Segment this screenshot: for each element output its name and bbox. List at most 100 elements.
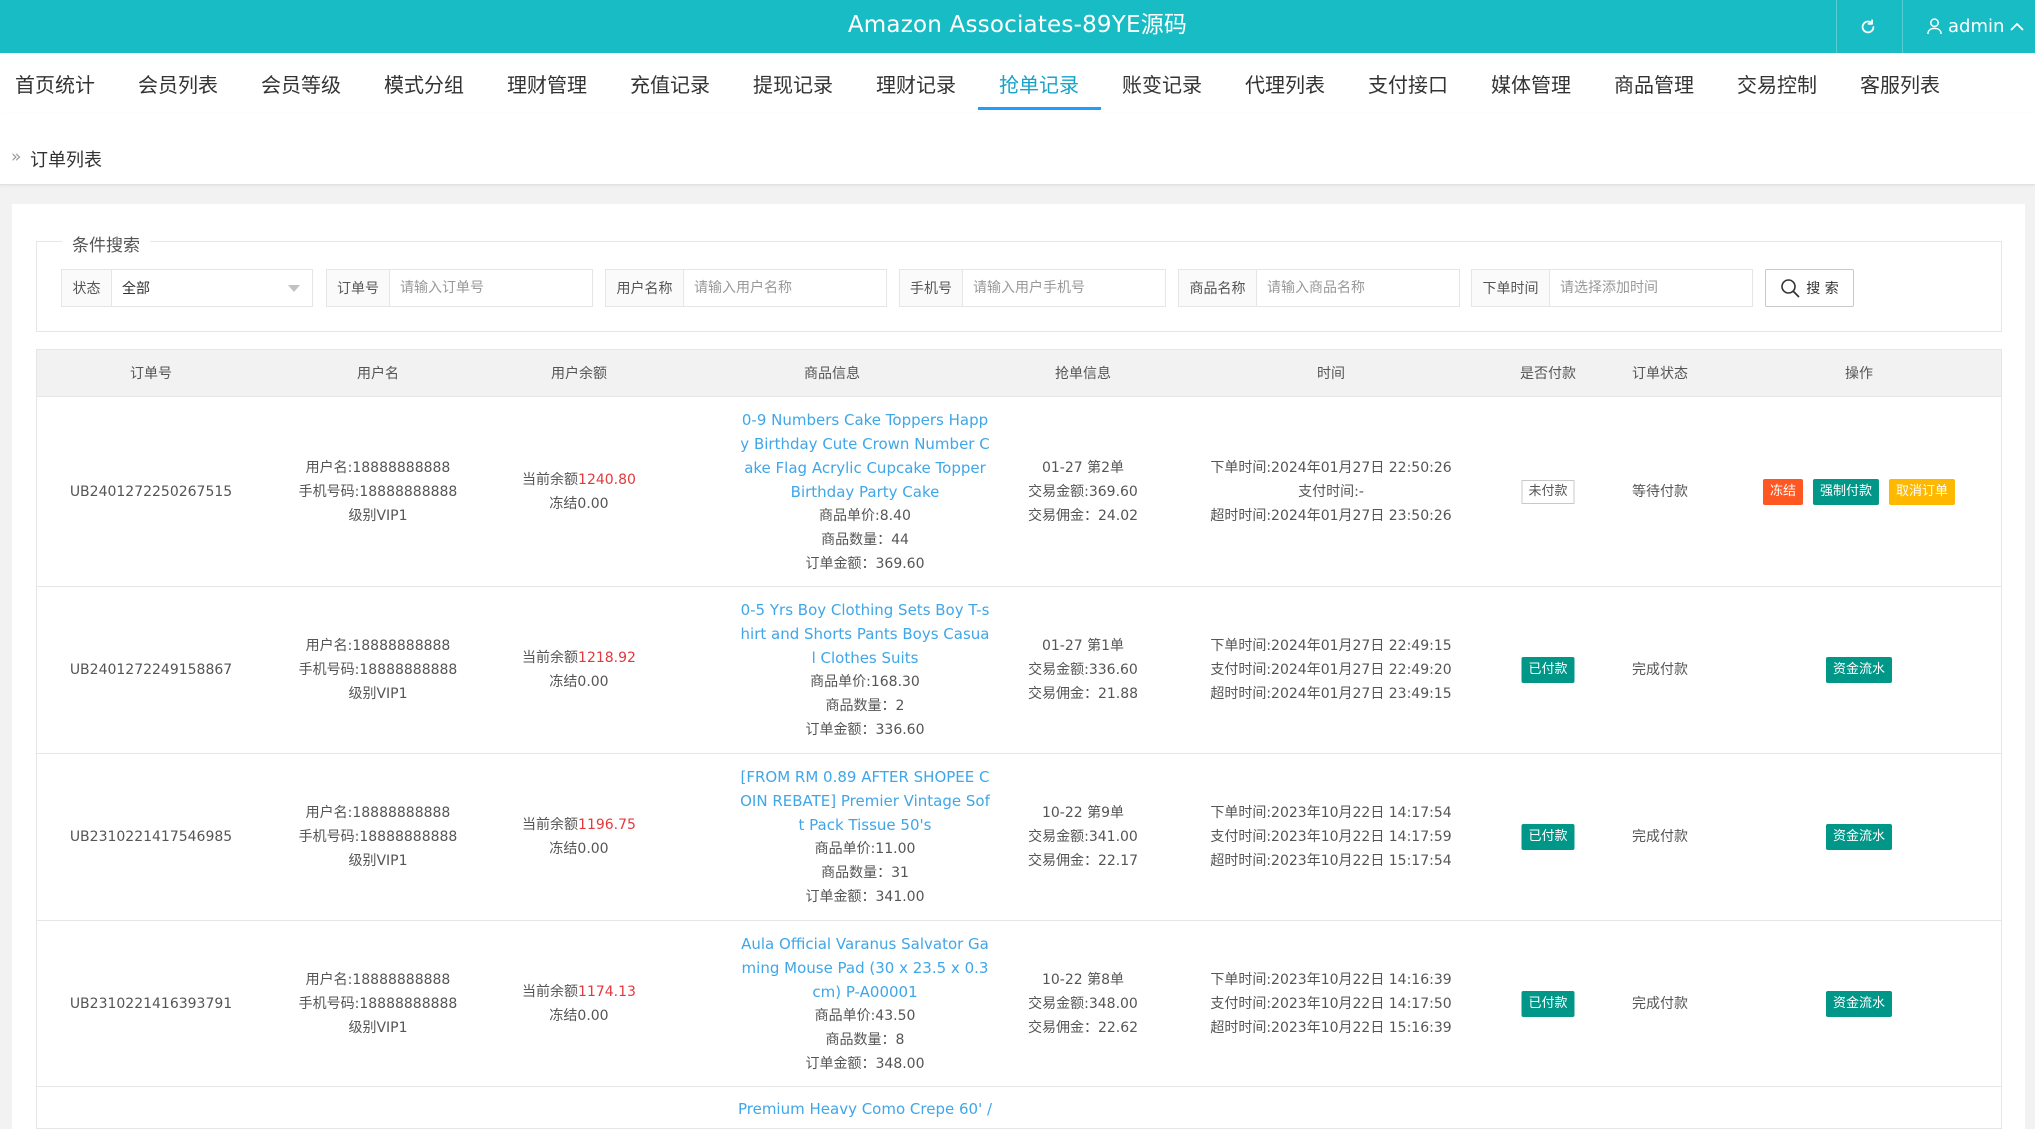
status-cell: 完成付款 bbox=[1632, 587, 1688, 753]
goods-name-link[interactable]: Aula Official Varanus Salvator Gaming Mo… bbox=[739, 932, 991, 1004]
user-cell: 用户名:18888888888 手机号码:18888888888 级别VIP1 bbox=[299, 587, 458, 753]
nav-item-account-changes[interactable]: 账变记录 bbox=[1107, 53, 1217, 113]
nav-item-home-stats[interactable]: 首页统计 bbox=[0, 53, 110, 113]
order-time: 下单时间:2023年10月22日 14:16:39 bbox=[1210, 971, 1452, 988]
nav-item-finance-records[interactable]: 理财记录 bbox=[861, 53, 971, 113]
timeout-time: 超时时间:2024年01月27日 23:50:26 bbox=[1210, 507, 1452, 524]
nav-item-trade-control[interactable]: 交易控制 bbox=[1722, 53, 1832, 113]
search-button-label: 搜 索 bbox=[1806, 281, 1839, 297]
order-amount: 订单金额：336.60 bbox=[805, 722, 925, 738]
user-menu[interactable]: admin bbox=[1905, 0, 2035, 53]
balance-cell: 当前余额1218.92 冻结0.00 bbox=[522, 587, 636, 753]
table-row: UB2401272250267515 用户名:18888888888 手机号码:… bbox=[36, 397, 2002, 587]
grab-cell: 01-27 第1单 交易金额:336.60 交易佣金：21.88 bbox=[1028, 587, 1138, 753]
unit-price: 商品单价:11.00 bbox=[814, 841, 916, 857]
status-select[interactable]: 状态 全部 bbox=[61, 269, 313, 307]
search-button[interactable]: 搜 索 bbox=[1765, 269, 1854, 307]
paid-cell: 已付款 bbox=[1521, 921, 1575, 1086]
balance-value: 1174.13 bbox=[578, 983, 636, 1000]
balance-cell: 当前余额1240.80 冻结0.00 bbox=[522, 397, 636, 586]
action-buttons: 冻结 强制付款 取消订单 bbox=[1762, 478, 1956, 505]
status-select-value[interactable]: 全部 bbox=[112, 270, 312, 306]
quantity: 商品数量：31 bbox=[821, 865, 909, 881]
phone-input[interactable] bbox=[963, 270, 1165, 306]
paid-cell: 未付款 bbox=[1521, 397, 1575, 586]
table-row: UB2401272249158867 用户名:18888888888 手机号码:… bbox=[36, 587, 2002, 754]
top-header-bar: Amazon Associates-89YE源码 admin bbox=[0, 0, 2035, 53]
status-cell: 完成付款 bbox=[1632, 921, 1688, 1086]
nav-item-mode-group[interactable]: 模式分组 bbox=[369, 53, 479, 113]
balance-cell: 当前余额1196.75 冻结0.00 bbox=[522, 754, 636, 920]
double-chevron-right-icon: » bbox=[11, 147, 22, 167]
actions-cell: 资金流水 bbox=[1825, 754, 1893, 920]
grab-cell: 10-22 第8单 交易金额:348.00 交易佣金：22.62 bbox=[1028, 921, 1138, 1086]
nav-item-goods-manage[interactable]: 商品管理 bbox=[1599, 53, 1709, 113]
pay-time: 支付时间:2024年01月27日 22:49:20 bbox=[1210, 662, 1452, 678]
goods-name-link[interactable]: 0-5 Yrs Boy Clothing Sets Boy T-shirt an… bbox=[739, 598, 991, 670]
pay-time: 支付时间:- bbox=[1298, 483, 1364, 500]
refresh-button[interactable] bbox=[1838, 0, 1898, 53]
commission: 交易佣金：24.02 bbox=[1027, 507, 1139, 524]
username: 用户名:18888888888 bbox=[305, 805, 451, 821]
nav-item-grab-records[interactable]: 抢单记录 bbox=[984, 53, 1094, 113]
time-cell: 下单时间:2024年01月27日 22:49:15 支付时间:2024年01月2… bbox=[1210, 587, 1451, 753]
balance-cell: 当前余额1174.13 冻结0.00 bbox=[522, 921, 636, 1086]
username-input[interactable] bbox=[684, 270, 886, 306]
nav-item-service-list[interactable]: 客服列表 bbox=[1845, 53, 1955, 113]
refresh-icon bbox=[1861, 18, 1875, 33]
order-time-input[interactable] bbox=[1550, 270, 1752, 306]
nav-item-media-manage[interactable]: 媒体管理 bbox=[1476, 53, 1586, 113]
nav-item-member-list[interactable]: 会员列表 bbox=[123, 53, 233, 113]
trade-amount: 交易金额:341.00 bbox=[1028, 829, 1138, 845]
user-cell: 用户名:18888888888 手机号码:18888888888 级别VIP1 bbox=[299, 397, 458, 586]
trade-amount: 交易金额:348.00 bbox=[1028, 995, 1138, 1012]
nav-item-recharge-records[interactable]: 充值记录 bbox=[615, 53, 725, 113]
goods-name-label: 商品名称 bbox=[1179, 270, 1257, 306]
freeze-button[interactable]: 冻结 bbox=[1762, 478, 1803, 505]
order-no-label: 订单号 bbox=[327, 270, 390, 306]
timeout-time: 超时时间:2023年10月22日 15:17:54 bbox=[1210, 853, 1452, 869]
username: 用户名:18888888888 bbox=[305, 459, 451, 476]
paid-badge: 已付款 bbox=[1521, 990, 1575, 1017]
grab-date: 10-22 第8单 bbox=[1041, 971, 1125, 988]
force-pay-button[interactable]: 强制付款 bbox=[1812, 478, 1880, 505]
balance-label: 当前余额 bbox=[522, 650, 579, 666]
cancel-order-button[interactable]: 取消订单 bbox=[1889, 478, 1956, 505]
phone: 手机号码:18888888888 bbox=[298, 829, 458, 845]
fund-flow-button[interactable]: 资金流水 bbox=[1825, 824, 1893, 850]
order-time: 下单时间:2024年01月27日 22:50:26 bbox=[1210, 459, 1452, 476]
pay-time: 支付时间:2023年10月22日 14:17:59 bbox=[1210, 829, 1452, 845]
order-no-input[interactable] bbox=[390, 270, 592, 306]
goods-name-input[interactable] bbox=[1257, 270, 1459, 306]
phone-label: 手机号 bbox=[900, 270, 963, 306]
nav-item-payment-api[interactable]: 支付接口 bbox=[1353, 53, 1463, 113]
order-status: 完成付款 bbox=[1632, 662, 1688, 678]
order-amount: 订单金额：341.00 bbox=[805, 889, 925, 905]
user-cell: 用户名:18888888888 手机号码:18888888888 级别VIP1 bbox=[299, 921, 458, 1086]
commission: 交易佣金：21.88 bbox=[1027, 686, 1139, 702]
quantity: 商品数量：44 bbox=[821, 531, 909, 548]
nav-item-finance-manage[interactable]: 理财管理 bbox=[492, 53, 602, 113]
goods-name-link[interactable]: Premium Heavy Como Crepe 60' / bbox=[738, 1100, 992, 1118]
chevron-up-icon bbox=[2010, 22, 2025, 31]
nav-item-member-level[interactable]: 会员等级 bbox=[246, 53, 356, 113]
nav-item-agent-list[interactable]: 代理列表 bbox=[1230, 53, 1340, 113]
fund-flow-button[interactable]: 资金流水 bbox=[1825, 657, 1893, 683]
balance-line: 当前余额1240.80 bbox=[522, 468, 636, 492]
order-no-cell: UB2310221416393791 bbox=[70, 921, 232, 1086]
grab-date: 01-27 第2单 bbox=[1041, 459, 1125, 476]
balance-label: 当前余额 bbox=[522, 817, 579, 833]
status-label: 状态 bbox=[62, 270, 112, 306]
goods-cell: 0-5 Yrs Boy Clothing Sets Boy T-shirt an… bbox=[739, 587, 991, 753]
goods-name-link[interactable]: [FROM RM 0.89 AFTER SHOPEE COIN REBATE] … bbox=[739, 765, 991, 837]
commission: 交易佣金：22.17 bbox=[1027, 853, 1139, 869]
table-header: 订单号 用户名 用户余额 商品信息 抢单信息 时间 是否付款 订单状态 操作 bbox=[36, 349, 2002, 397]
nav-item-withdraw-records[interactable]: 提现记录 bbox=[738, 53, 848, 113]
fund-flow-button[interactable]: 资金流水 bbox=[1825, 990, 1893, 1017]
grab-cell: 10-22 第9单 交易金额:341.00 交易佣金：22.17 bbox=[1028, 754, 1138, 920]
order-no: UB2310221417546985 bbox=[69, 829, 233, 845]
breadcrumb-current: 订单列表 bbox=[30, 150, 102, 171]
order-no: UB2310221416393791 bbox=[69, 995, 233, 1012]
goods-name-link[interactable]: 0-9 Numbers Cake Toppers Happy Birthday … bbox=[739, 408, 991, 504]
frozen-amount: 冻结0.00 bbox=[549, 674, 609, 690]
